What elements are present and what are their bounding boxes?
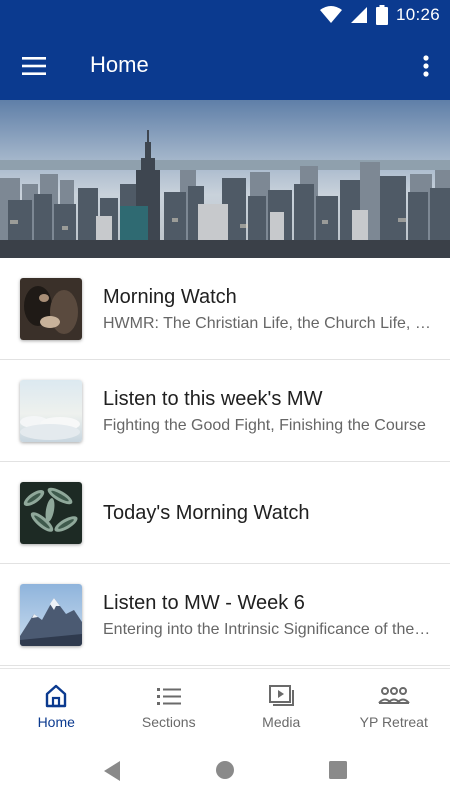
- item-subtitle: Fighting the Good Fight, Finishing the C…: [103, 417, 426, 434]
- thumbnail-image: [20, 380, 82, 442]
- home-icon: [46, 684, 67, 708]
- nav-tab-media[interactable]: Media: [225, 669, 338, 743]
- wifi-icon: [319, 6, 342, 23]
- group-icon: [377, 687, 410, 704]
- item-subtitle: Entering into the Intrinsic Significance…: [103, 621, 431, 638]
- home-circle-icon[interactable]: [215, 760, 235, 780]
- battery-icon: [375, 5, 388, 25]
- thumbnail-image: [20, 584, 82, 646]
- item-subtitle: HWMR: The Christian Life, the Church Lif…: [103, 315, 431, 332]
- status-time: 10:26: [395, 5, 440, 24]
- media-icon: [269, 685, 295, 706]
- city-skyline-image: [0, 100, 450, 258]
- list-item[interactable]: Morning Watch HWMR: The Christian Life, …: [0, 258, 450, 360]
- more-vert-icon: [423, 55, 429, 77]
- list-icon: [156, 688, 181, 705]
- list-item[interactable]: Listen to this week's MW Fighting the Go…: [0, 360, 450, 462]
- item-title: Today's Morning Watch: [103, 502, 310, 524]
- thumbnail-image: [20, 278, 82, 340]
- item-title: Morning Watch: [103, 286, 237, 308]
- system-navigation-bar: [0, 742, 450, 800]
- nav-label-home: Home: [37, 714, 75, 730]
- nav-label-media: Media: [262, 714, 301, 730]
- recents-icon[interactable]: [328, 760, 348, 780]
- nav-label-yp-retreat: YP Retreat: [359, 714, 428, 730]
- nav-tab-yp-retreat[interactable]: YP Retreat: [338, 669, 450, 743]
- item-title: Listen to MW - Week 6: [103, 592, 305, 614]
- app-bar: Home: [0, 32, 450, 100]
- bottom-navigation: Home Sections Media YP Retreat: [0, 668, 450, 743]
- list-item[interactable]: Listen to MW - Week 6 Entering into the …: [0, 564, 450, 666]
- menu-button[interactable]: [16, 48, 52, 84]
- cell-signal-icon: [350, 7, 367, 23]
- nav-label-sections: Sections: [141, 714, 196, 730]
- content-list: Morning Watch HWMR: The Christian Life, …: [0, 258, 450, 668]
- item-title: Listen to this week's MW: [103, 388, 323, 410]
- nav-tab-home[interactable]: Home: [0, 669, 113, 743]
- back-icon[interactable]: [102, 760, 122, 782]
- thumbnail-image: [20, 482, 82, 544]
- status-icons: 10:26: [319, 5, 440, 25]
- page-title: Home: [90, 52, 149, 77]
- list-item[interactable]: Today's Morning Watch: [0, 462, 450, 564]
- nav-tab-sections[interactable]: Sections: [113, 669, 226, 743]
- overflow-menu-button[interactable]: [414, 48, 438, 84]
- status-bar: 10:26: [0, 0, 450, 32]
- hamburger-menu-icon: [22, 57, 46, 75]
- hero-image: [0, 100, 450, 258]
